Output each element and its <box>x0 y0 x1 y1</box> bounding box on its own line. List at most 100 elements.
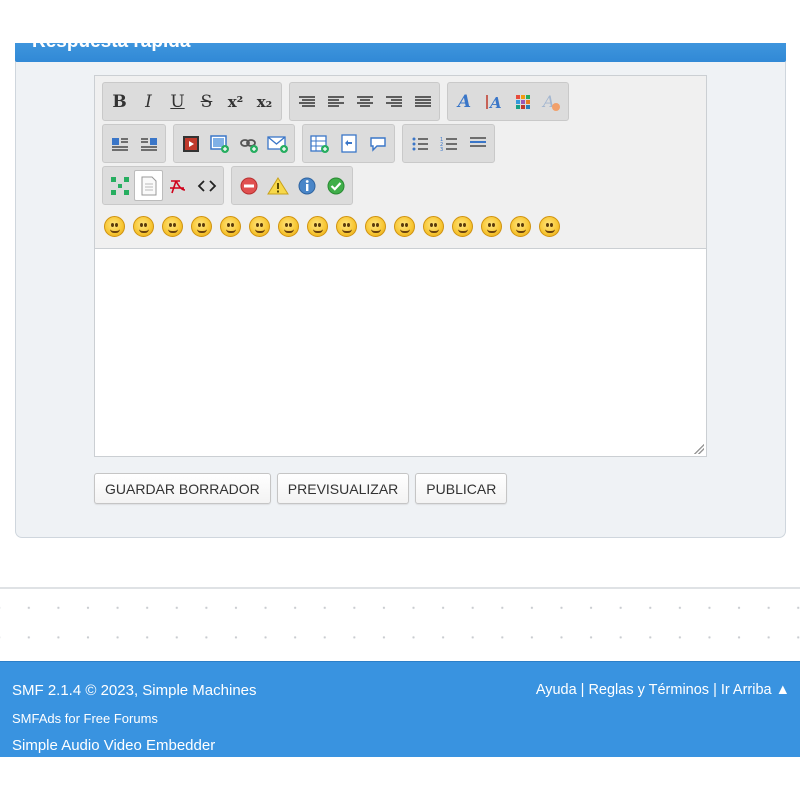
pdf-icon <box>169 179 185 193</box>
wink-smiley-icon[interactable] <box>133 216 154 237</box>
subscript-button[interactable]: x₂ <box>250 86 279 117</box>
grin-smiley-icon[interactable] <box>191 216 212 237</box>
bold-icon: B <box>112 91 127 112</box>
ordered-list-button[interactable]: 123 <box>434 128 463 159</box>
embarrassed-smiley-icon[interactable] <box>423 216 444 237</box>
table-button[interactable] <box>305 128 334 159</box>
float-right-icon <box>140 137 157 151</box>
svg-text:A: A <box>488 94 502 111</box>
tongue-smiley-icon[interactable] <box>394 216 415 237</box>
success-icon <box>327 177 344 194</box>
message-textarea[interactable] <box>95 248 706 456</box>
undecided-smiley-icon[interactable] <box>481 216 502 237</box>
float-left-button[interactable] <box>105 128 134 159</box>
lipsrsealed-smiley-icon[interactable] <box>452 216 473 237</box>
save-draft-button[interactable]: GUARDAR BORRADOR <box>94 473 271 504</box>
shocked-smiley-icon[interactable] <box>278 216 299 237</box>
strike-icon: S <box>200 91 213 112</box>
image-icon <box>209 134 229 153</box>
align-center-button[interactable] <box>350 86 379 117</box>
bullet-list-icon <box>412 137 428 150</box>
align-left-button[interactable] <box>321 86 350 117</box>
bold-button[interactable]: B <box>105 86 134 117</box>
horizontal-rule-icon <box>469 136 486 147</box>
youtube-button[interactable] <box>176 128 205 159</box>
page: Respuesta rápida B I U S x² x₂ <box>0 0 800 800</box>
view-group <box>102 166 224 205</box>
quote-icon <box>369 136 386 152</box>
error-icon <box>240 177 257 194</box>
dotted-separator <box>0 587 800 662</box>
footer: SMF 2.1.4 © 2023, Simple Machines SMFAds… <box>0 661 800 757</box>
bullet-list-button[interactable] <box>405 128 434 159</box>
align-left-icon <box>327 95 344 107</box>
font-face-icon: A <box>457 91 472 112</box>
toggle-source-button[interactable] <box>192 170 221 201</box>
superscript-button[interactable]: x² <box>221 86 250 117</box>
maximize-button[interactable] <box>105 170 134 201</box>
warning-button[interactable] <box>263 170 292 201</box>
italic-button[interactable]: I <box>134 86 163 117</box>
smiley-bar <box>104 216 560 242</box>
cool-smiley-icon[interactable] <box>307 216 328 237</box>
font-face-button[interactable]: A <box>450 86 479 117</box>
remove-format-icon: A <box>541 92 560 111</box>
smfads-link[interactable]: SMFAds for Free Forums <box>12 711 158 726</box>
rolleyes-smiley-icon[interactable] <box>365 216 386 237</box>
error-button[interactable] <box>234 170 263 201</box>
media-group <box>173 124 295 163</box>
smiley-icon[interactable] <box>104 216 125 237</box>
source-button[interactable] <box>134 170 163 201</box>
sad-smiley-icon[interactable] <box>249 216 270 237</box>
svg-text:3: 3 <box>440 147 443 153</box>
pre-button[interactable] <box>292 86 321 117</box>
ordered-list-icon: 123 <box>440 137 457 153</box>
angry-smiley-icon[interactable] <box>220 216 241 237</box>
help-link[interactable]: Ayuda <box>536 682 577 698</box>
kiss-smiley-icon[interactable] <box>510 216 531 237</box>
horizontal-rule-button[interactable] <box>463 128 492 159</box>
editor: B I U S x² x₂ A A A 1 2 3 <box>94 75 707 457</box>
pdf-button[interactable] <box>163 170 192 201</box>
remove-format-button[interactable]: A <box>537 86 566 117</box>
toolbar-row-3 <box>102 166 353 205</box>
justify-button[interactable] <box>408 86 437 117</box>
terms-link[interactable]: Reglas y Términos <box>588 682 709 698</box>
image-button[interactable] <box>205 128 234 159</box>
subscript-icon: x₂ <box>256 92 273 111</box>
copyright-text[interactable]: SMF 2.1.4 © 2023, Simple Machines <box>12 682 257 699</box>
underline-icon: U <box>170 91 185 112</box>
float-left-icon <box>111 137 128 151</box>
cry-smiley-icon[interactable] <box>539 216 560 237</box>
link-icon <box>239 138 258 153</box>
resize-grip-icon[interactable] <box>694 444 704 454</box>
italic-icon: I <box>145 91 152 112</box>
youtube-icon <box>182 135 199 152</box>
font-color-button[interactable] <box>508 86 537 117</box>
list-group: 123 <box>402 124 495 163</box>
success-button[interactable] <box>321 170 350 201</box>
cheesy-smiley-icon[interactable] <box>162 216 183 237</box>
float-right-button[interactable] <box>134 128 163 159</box>
font-size-button[interactable]: A <box>479 86 508 117</box>
post-button[interactable]: PUBLICAR <box>415 473 508 504</box>
quote-button[interactable] <box>363 128 392 159</box>
go-top-link[interactable]: Ir Arriba ▲ <box>721 682 790 698</box>
strike-button[interactable]: S <box>192 86 221 117</box>
embedder-link[interactable]: Simple Audio Video Embedder <box>12 737 215 754</box>
code-button[interactable] <box>334 128 363 159</box>
font-size-icon: A <box>485 94 502 111</box>
table-icon <box>309 134 329 153</box>
toolbar-row-2: 123 <box>102 124 495 163</box>
email-button[interactable] <box>263 128 292 159</box>
link-button[interactable] <box>234 128 263 159</box>
font-group: A A A <box>447 82 569 121</box>
align-right-button[interactable] <box>379 86 408 117</box>
preview-button[interactable]: PREVISUALIZAR <box>276 473 410 504</box>
toolbar-row-1: B I U S x² x₂ A A A <box>102 82 569 121</box>
info-button[interactable] <box>292 170 321 201</box>
huh-smiley-icon[interactable] <box>336 216 357 237</box>
color-palette-icon <box>515 94 530 109</box>
underline-button[interactable]: U <box>163 86 192 117</box>
float-group <box>102 124 166 163</box>
